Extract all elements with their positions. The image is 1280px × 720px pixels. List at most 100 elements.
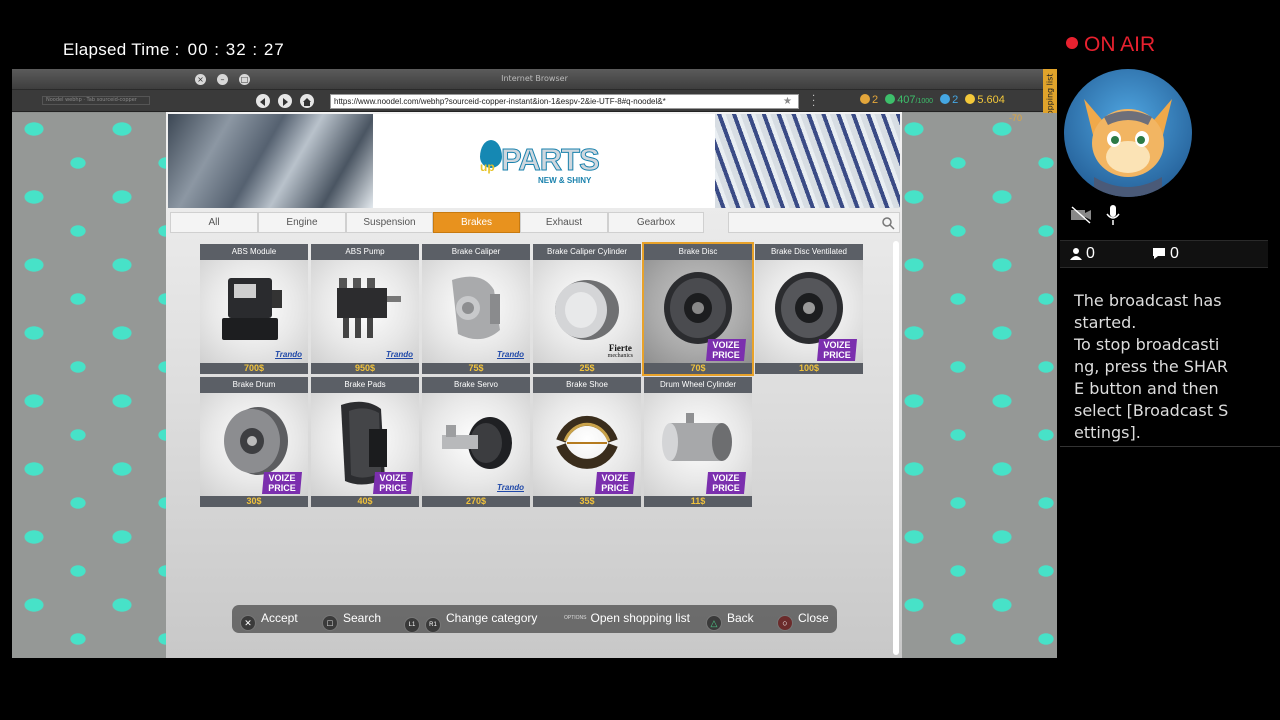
on-air-indicator: ON AIR <box>1066 33 1155 57</box>
control-search[interactable]: □ Search <box>322 611 381 631</box>
browser-tab[interactable]: Noodel webhp · Tab sourceid-copper <box>42 96 150 105</box>
garage-icon <box>860 94 870 104</box>
on-air-label: ON AIR <box>1084 33 1156 56</box>
browser-navbar: Noodel webhp · Tab sourceid-copper https… <box>12 90 1057 112</box>
brake-caliper-icon <box>452 276 500 340</box>
currency-a: 2 <box>860 94 878 106</box>
product-name: Brake Disc <box>644 244 752 260</box>
back-nav-button[interactable] <box>256 94 270 108</box>
bookmark-star-icon[interactable]: ★ <box>783 95 792 108</box>
browser-title: Internet Browser <box>501 74 568 83</box>
forward-nav-button[interactable] <box>278 94 292 108</box>
level-icon <box>940 94 951 104</box>
currency-a-value: 2 <box>872 94 879 106</box>
options-button-icon: OPTIONS <box>564 615 587 621</box>
tab-engine[interactable]: Engine <box>258 212 346 233</box>
product-name: Brake Caliper <box>422 244 530 260</box>
currency-b: 407/1000 <box>885 94 933 106</box>
control-change-category[interactable]: L1 R1 Change category <box>404 611 537 633</box>
broadcast-stats: 0 0 <box>1060 240 1268 268</box>
tab-brakes[interactable]: Brakes <box>433 212 520 233</box>
control-close[interactable]: ○ Close <box>777 611 829 631</box>
product-price: 25$ <box>533 363 641 374</box>
url-bar[interactable]: https://www.noodel.com/webhp?sourceid-co… <box>330 94 799 109</box>
tab-all[interactable]: All <box>170 212 258 233</box>
comment-count: 0 <box>1152 245 1179 263</box>
product-name: ABS Module <box>200 244 308 260</box>
money-icon <box>965 94 976 104</box>
product-name: Brake Caliper Cylinder <box>533 244 641 260</box>
brand-fierte: Fierte mechanics <box>608 344 633 360</box>
search-input[interactable] <box>728 212 900 233</box>
drum-wheel-cylinder-icon <box>662 413 732 461</box>
tab-exhaust[interactable]: Exhaust <box>520 212 608 233</box>
viewer-icon <box>1070 248 1082 260</box>
home-nav-button[interactable] <box>300 94 314 108</box>
product-card-brake-servo[interactable]: Brake Servo Trando 270$ <box>422 377 530 507</box>
product-price: 700$ <box>200 363 308 374</box>
currency-bar: 2 407/1000 2 5.604 <box>860 94 1009 109</box>
comment-icon <box>1153 248 1165 259</box>
brand-sub: mechanics <box>607 353 633 359</box>
brake-disc-ventilated-icon <box>775 272 843 344</box>
voize-price-badge: VOIZE PRICE <box>706 339 746 361</box>
badge-top-text: VOIZE <box>712 473 739 483</box>
store-banner: up PARTS NEW & SHINY <box>168 114 900 208</box>
product-card-abs-pump[interactable]: ABS Pump Trando 950$ <box>311 244 419 374</box>
control-search-label: Search <box>343 611 382 625</box>
money-value: 5.604 <box>977 94 1005 106</box>
product-card-brake-drum[interactable]: Brake Drum VOIZE PRICE 30$ <box>200 377 308 507</box>
badge-bottom-text: PRICE <box>712 350 740 360</box>
product-image <box>311 260 419 363</box>
product-card-brake-caliper-cylinder[interactable]: Brake Caliper Cylinder Fierte mechanics 2… <box>533 244 641 374</box>
control-back-label: Back <box>727 611 754 625</box>
tab-gearbox[interactable]: Gearbox <box>608 212 704 233</box>
upparts-logo[interactable]: up PARTS NEW & SHINY <box>476 140 601 196</box>
product-card-brake-pads[interactable]: Brake Pads VOIZE PRICE 40$ <box>311 377 419 507</box>
scrollbar[interactable] <box>893 241 899 655</box>
microphone-icon <box>1106 205 1120 225</box>
money: 5.604 <box>965 94 1005 106</box>
currency-b-value: 407 <box>897 94 916 106</box>
control-change-category-label: Change category <box>446 611 538 625</box>
badge-top-text: VOIZE <box>601 473 628 483</box>
product-price: 11$ <box>644 496 752 507</box>
product-card-abs-module[interactable]: ABS Module Trando 700$ <box>200 244 308 374</box>
product-card-brake-shoe[interactable]: Brake Shoe VOIZE PRICE 35$ <box>533 377 641 507</box>
logo-parts: PARTS <box>501 142 601 178</box>
product-price: 100$ <box>755 363 863 374</box>
product-price: 270$ <box>422 496 530 507</box>
control-accept[interactable]: ✕ Accept <box>240 611 298 631</box>
product-price: 35$ <box>533 496 641 507</box>
record-dot-icon <box>1066 37 1078 49</box>
product-card-drum-wheel-cylinder[interactable]: Drum Wheel Cylinder VOIZE PRICE 11$ <box>644 377 752 507</box>
product-card-brake-disc[interactable]: Brake Disc VOIZE PRICE 70$ <box>642 242 754 376</box>
avatar-character-icon <box>1084 99 1172 197</box>
menu-kebab-icon[interactable]: · · · <box>812 92 815 112</box>
control-close-label: Close <box>798 611 829 625</box>
r1-button-icon: R1 <box>425 617 441 633</box>
broadcast-sidebar: ON AIR 0 0 The broadcast has started. To… <box>1060 0 1280 720</box>
product-card-brake-disc-ventilated[interactable]: Brake Disc Ventilated VOIZE PRICE 100$ <box>755 244 863 374</box>
product-card-brake-caliper[interactable]: Brake Caliper Trando 75$ <box>422 244 530 374</box>
url-text: https://www.noodel.com/webhp?sourceid-co… <box>334 97 666 106</box>
control-open-shopping-list[interactable]: OPTIONS Open shopping list <box>564 611 690 625</box>
product-image <box>422 393 530 496</box>
l1-button-icon: L1 <box>404 617 420 633</box>
abs-pump-icon <box>337 278 401 338</box>
comment-count-value: 0 <box>1170 245 1179 262</box>
cross-button-icon: ✕ <box>240 615 256 631</box>
product-price: 30$ <box>200 496 308 507</box>
divider <box>1060 446 1280 447</box>
control-back[interactable]: △ Back <box>706 611 754 631</box>
elapsed-value: 00 : 32 : 27 <box>187 40 285 59</box>
brand-trando: Trando <box>275 350 302 359</box>
banner-spring-image <box>715 114 900 208</box>
product-name: ABS Pump <box>311 244 419 260</box>
circle-button-icon: ○ <box>777 615 793 631</box>
tab-suspension[interactable]: Suspension <box>346 212 433 233</box>
search-icon[interactable] <box>881 216 895 230</box>
brake-servo-icon <box>442 417 512 469</box>
voize-price-badge: VOIZE PRICE <box>706 472 746 494</box>
viewer-count: 0 <box>1070 245 1095 263</box>
